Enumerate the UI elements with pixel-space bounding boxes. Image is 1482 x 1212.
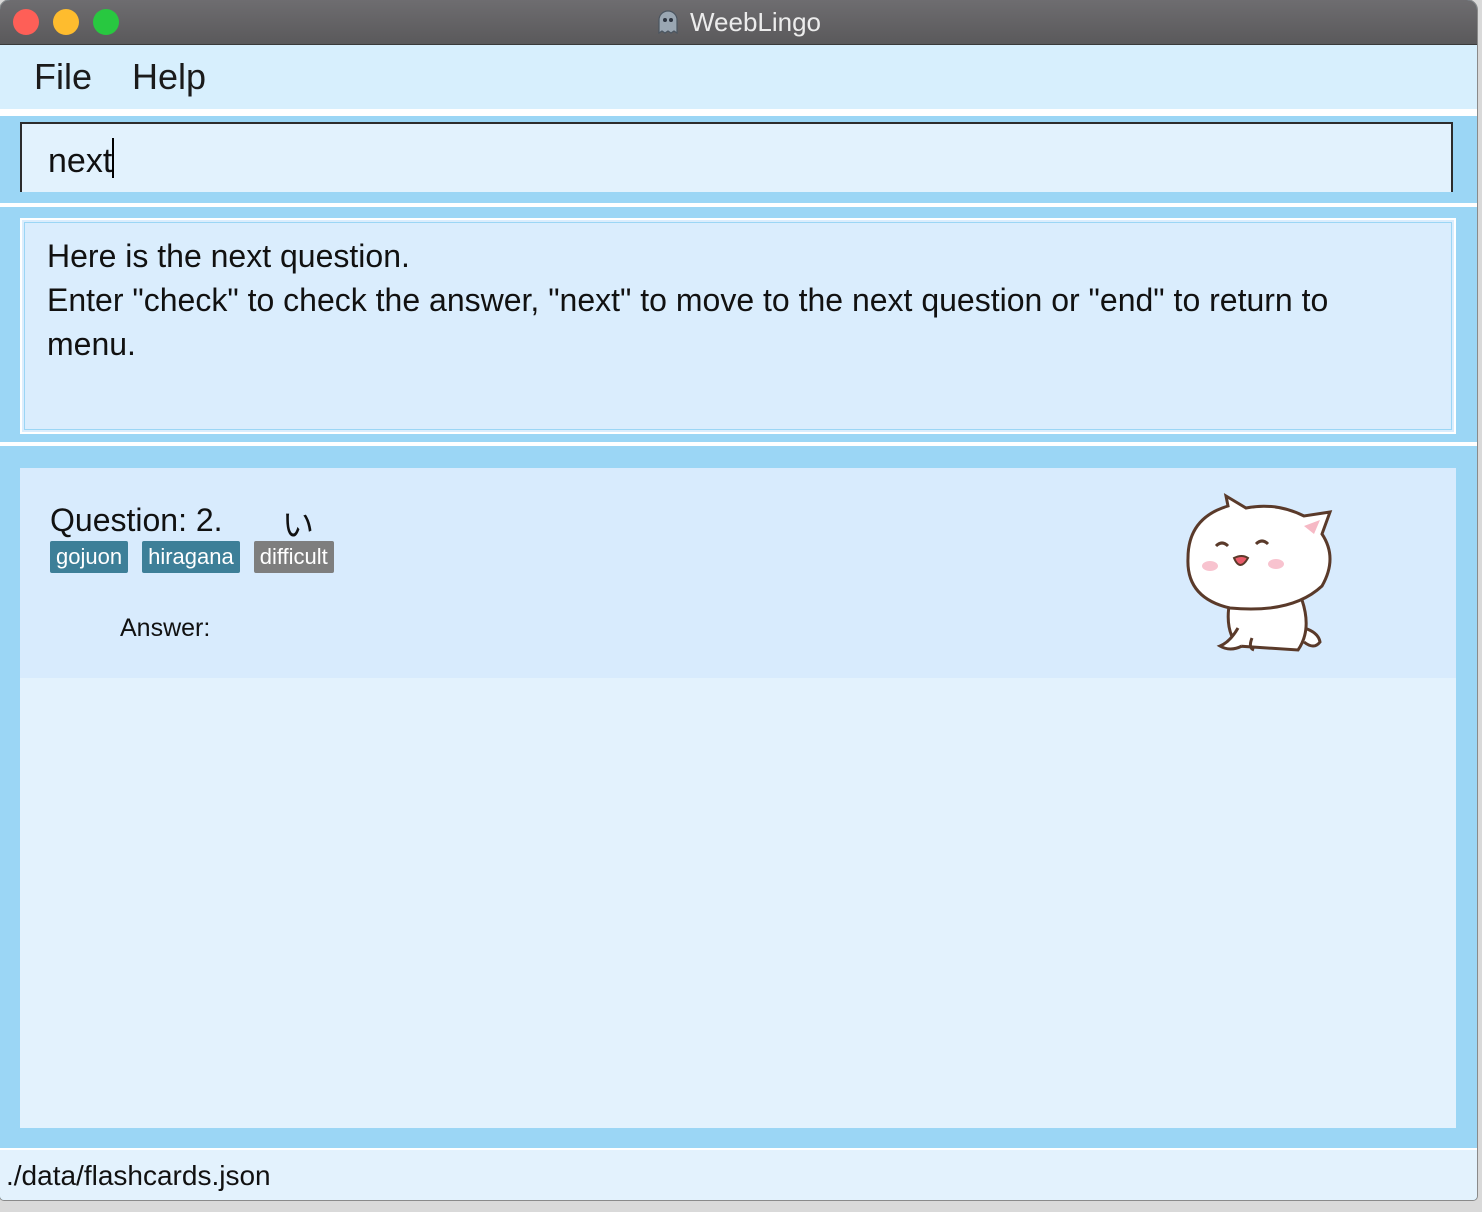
title-bar: WeebLingo — [0, 0, 1477, 45]
result-line: Enter "check" to check the answer, "next… — [47, 282, 1329, 362]
app-window: WeebLingo File Help next Here is the nex… — [0, 0, 1477, 1200]
tag-gojuon: gojuon — [50, 541, 129, 573]
result-text: Here is the next question. Enter "check"… — [47, 234, 1394, 366]
answer-label: Answer: — [120, 614, 211, 642]
menu-bar: File Help — [0, 45, 1477, 112]
status-bar: ./data/flashcards.json — [0, 1148, 1477, 1200]
command-input-value: next — [48, 142, 113, 180]
question-text: い — [282, 506, 315, 544]
window-title: WeebLingo — [689, 6, 822, 37]
command-input-field[interactable]: next — [48, 138, 115, 181]
divider — [0, 442, 1477, 446]
question-label: Question: 2. — [50, 502, 223, 538]
flashcard-list-panel[interactable]: Question: 2. い gojuon hiragana difficult… — [20, 468, 1456, 1128]
result-line: Here is the next question. — [47, 238, 410, 274]
divider — [0, 203, 1477, 207]
divider — [0, 112, 1477, 116]
cat-mascot-icon — [1178, 488, 1348, 663]
tag-difficult: difficult — [253, 541, 334, 573]
window-title-area: WeebLingo — [0, 0, 1477, 44]
menu-help[interactable]: Help — [132, 56, 206, 98]
flashcard[interactable]: Question: 2. い gojuon hiragana difficult… — [20, 468, 1456, 678]
tag-list: gojuon hiragana difficult — [50, 541, 334, 573]
storage-path: ./data/flashcards.json — [6, 1160, 271, 1191]
text-caret — [112, 138, 115, 178]
command-input[interactable]: next — [20, 122, 1453, 192]
ghost-icon — [656, 9, 680, 35]
tag-hiragana: hiragana — [142, 541, 240, 573]
result-display: Here is the next question. Enter "check"… — [20, 218, 1456, 434]
menu-file[interactable]: File — [34, 56, 92, 98]
